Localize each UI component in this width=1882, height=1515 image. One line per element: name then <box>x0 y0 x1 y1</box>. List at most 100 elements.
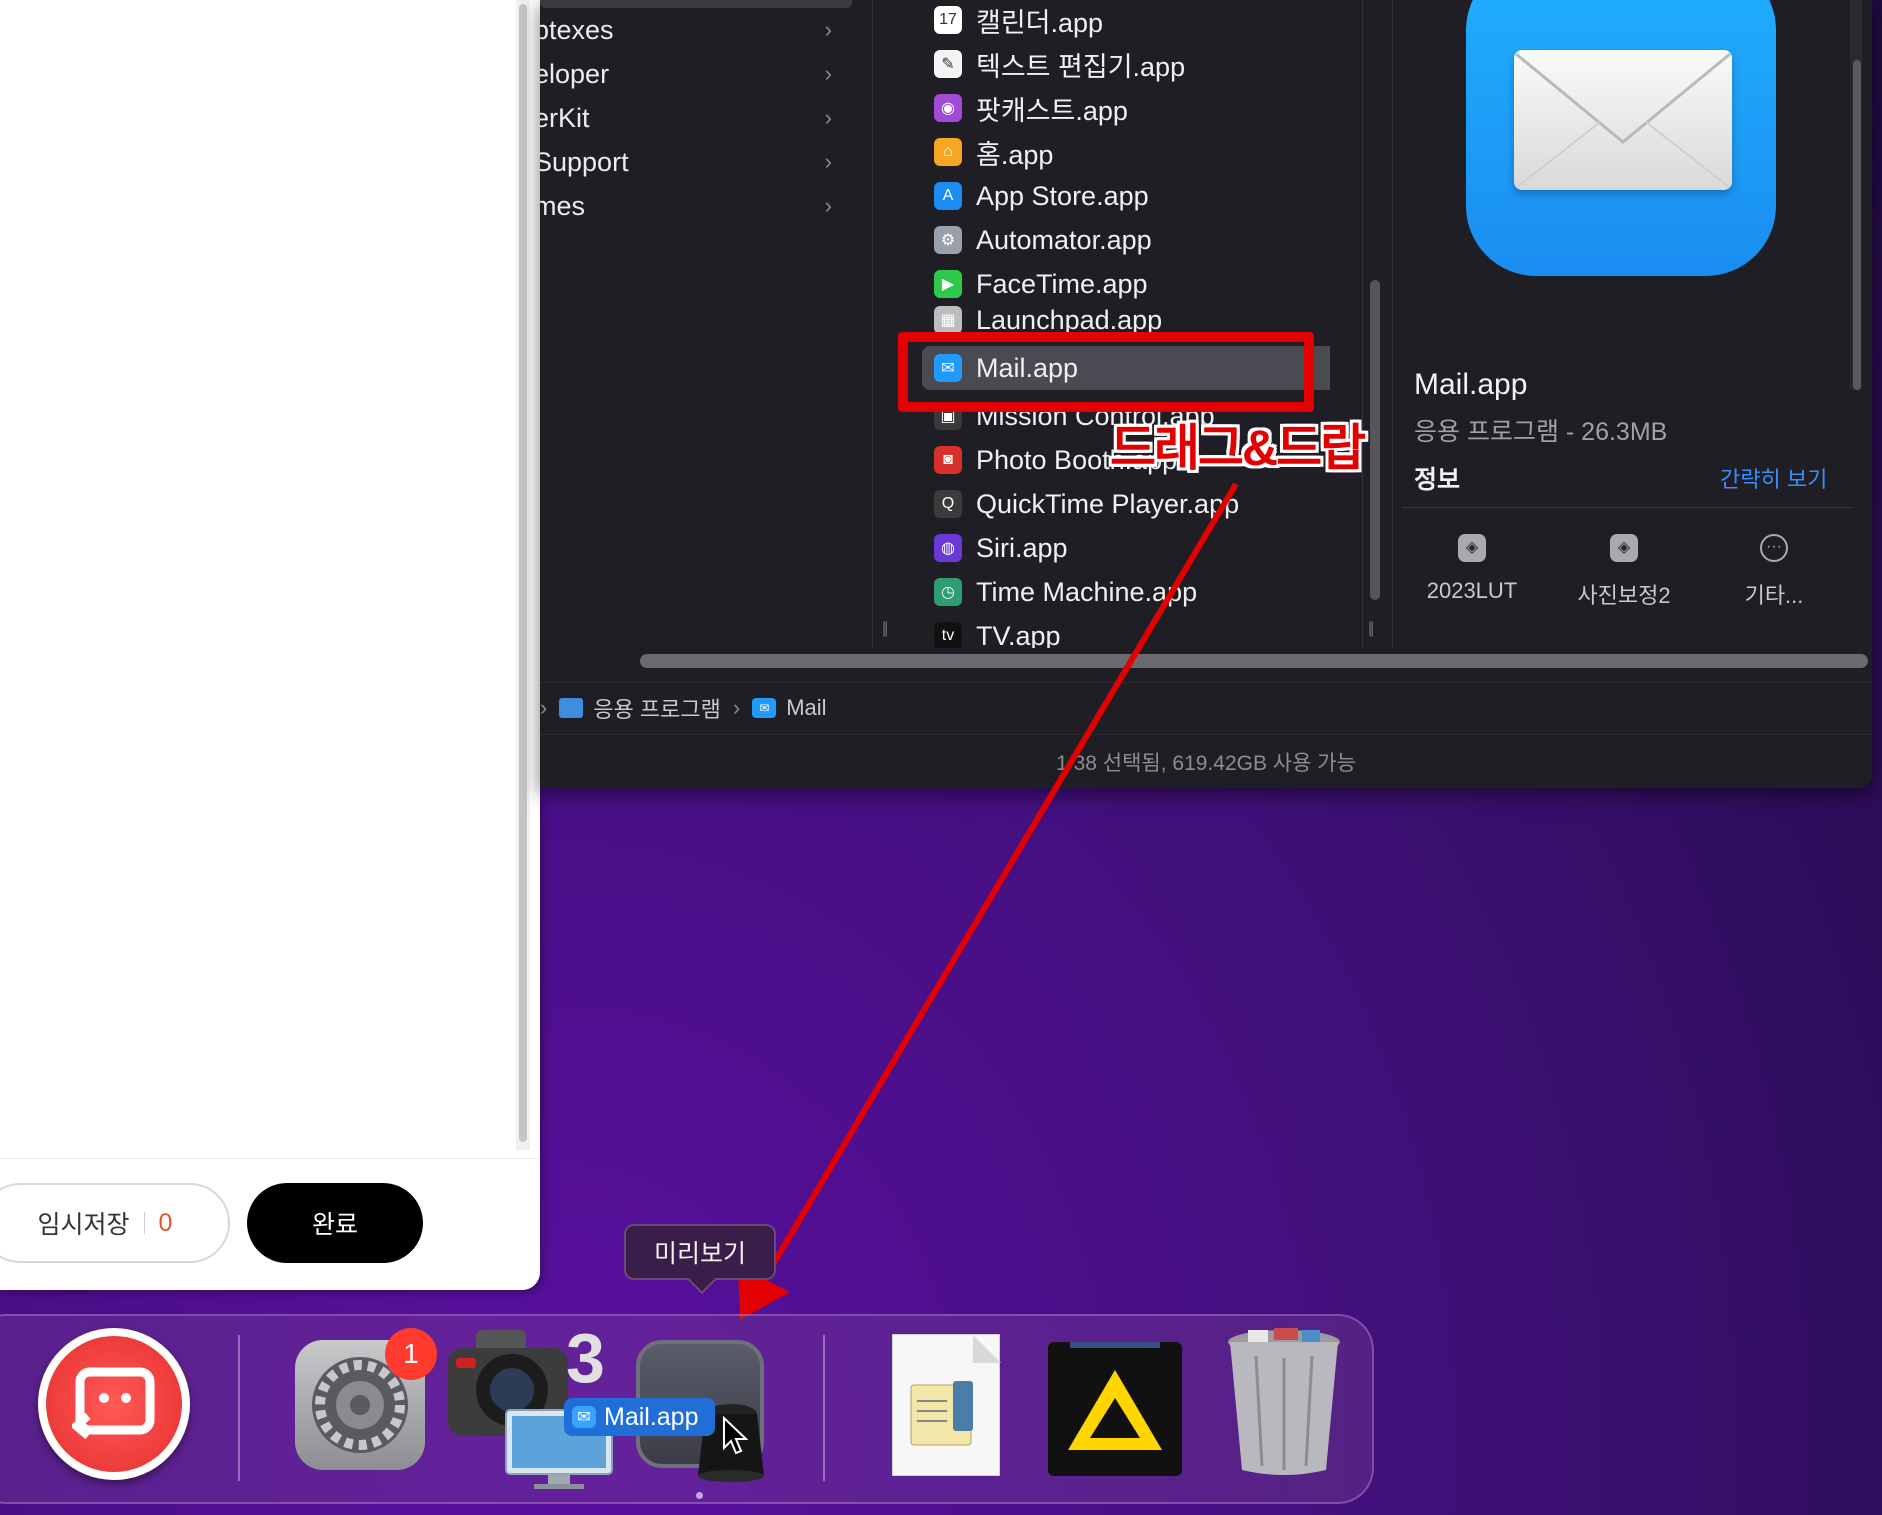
trash-dock-icon[interactable] <box>1226 1326 1342 1478</box>
file-label: 홈.app <box>976 139 1054 170</box>
column-divider[interactable] <box>872 0 873 648</box>
file-row[interactable]: ⚙ Automator.app <box>902 218 1322 262</box>
drag-drop-annotation: 드래그&드랍 <box>1110 420 1366 476</box>
column-resize-handle[interactable]: || <box>882 620 888 638</box>
launchpad-icon: ▦ <box>934 306 962 334</box>
mail-app-large-icon <box>1466 0 1776 276</box>
dragged-item[interactable]: ✉ Mail.app <box>564 1398 715 1436</box>
editor-scroll-thumb[interactable] <box>519 4 527 1142</box>
facetime-icon: ▶ <box>934 270 962 298</box>
temp-save-label: 임시저장 <box>37 1211 130 1239</box>
chevron-right-icon: › <box>824 105 832 130</box>
chevron-right-icon: › <box>824 61 832 86</box>
highlight-box <box>898 332 1314 412</box>
preview-scroll-thumb[interactable] <box>1853 60 1861 390</box>
column-resize-handle[interactable]: || <box>1368 620 1374 638</box>
textedit-dock-icon[interactable] <box>892 1334 1001 1476</box>
shortcut-icon: ◈ <box>1610 534 1638 562</box>
file-label: 캘린더.app <box>976 7 1104 38</box>
quick-action-2023lut[interactable]: ◈ 2023LUT <box>1402 534 1542 604</box>
screenflow-glyph-icon <box>72 1367 155 1440</box>
temp-save-divider <box>143 1212 145 1234</box>
quick-action-label: 2023LUT <box>1426 578 1518 603</box>
shortcut-icon: ◈ <box>1458 534 1486 562</box>
path-bar: › 응용 프로그램 › ✉ Mail <box>540 682 1872 732</box>
quick-action-more[interactable]: ··· 기타... <box>1704 534 1844 610</box>
folder-icon <box>559 697 584 718</box>
tv-icon: tv <box>934 622 962 648</box>
screenflow-dock-icon[interactable] <box>38 1328 190 1480</box>
path-item[interactable]: Mail <box>786 695 826 721</box>
file-row[interactable]: ◷ Time Machine.app <box>902 570 1322 614</box>
file-row[interactable]: A App Store.app <box>902 174 1322 218</box>
mail-icon: ✉ <box>752 697 777 718</box>
notification-badge: 1 <box>385 1328 437 1380</box>
folder-label: Support <box>540 146 629 177</box>
appstore-icon: A <box>934 182 962 210</box>
folder-label: eloper <box>540 58 610 89</box>
dock-tooltip: 미리보기 <box>624 1224 776 1280</box>
file-list-scrollbar[interactable] <box>1370 280 1380 600</box>
preview-pane: Mail.app 응용 프로그램 - 26.3MB 정보 간략히 보기 ◈ 20… <box>1392 0 1872 648</box>
preview-file-kind: 응용 프로그램 - 26.3MB <box>1414 418 1668 446</box>
darktable-dock-icon[interactable] <box>1048 1336 1182 1476</box>
dock-separator <box>238 1335 240 1481</box>
file-row[interactable]: ◍ Siri.app <box>902 526 1322 570</box>
chevron-right-icon: › <box>824 17 832 42</box>
timemachine-icon: ◷ <box>934 578 962 606</box>
folder-row[interactable]: Support › <box>540 140 860 184</box>
done-button[interactable]: 완료 <box>247 1183 423 1263</box>
path-folder[interactable]: 응용 프로그램 <box>593 692 721 724</box>
file-row[interactable]: Q QuickTime Player.app <box>902 482 1322 526</box>
editor-scrollbar[interactable] <box>516 0 530 1150</box>
camera-count-label: 3 <box>566 1319 605 1397</box>
more-icon: ··· <box>1760 534 1788 562</box>
quick-action-photo-correction[interactable]: ◈ 사진보정2 <box>1554 534 1694 610</box>
mouse-cursor-icon <box>722 1415 749 1461</box>
file-row[interactable]: 17 캘린더.app <box>902 0 1322 42</box>
folder-row[interactable]: mes › <box>540 184 860 228</box>
document-icon <box>910 1335 1001 1446</box>
preview-info-heading: 정보 <box>1414 466 1461 494</box>
file-label: 텍스트 편집기.app <box>976 51 1186 82</box>
file-label: Time Machine.app <box>976 576 1198 607</box>
temp-save-count: 0 <box>158 1208 173 1237</box>
file-label: App Store.app <box>976 180 1149 211</box>
dragged-item-label: Mail.app <box>604 1402 699 1431</box>
dock-separator <box>823 1335 825 1481</box>
file-row[interactable]: ◉ 팟캐스트.app <box>902 86 1322 130</box>
mail-icon: ✉ <box>572 1406 596 1428</box>
temp-save-button[interactable]: 임시저장 0 <box>0 1183 230 1263</box>
file-label: Siri.app <box>976 532 1068 563</box>
folder-row[interactable]: ptexes › <box>540 8 860 52</box>
finder-column-parent: ptexes › eloper › erKit › Support › mes … <box>540 0 872 648</box>
textedit-icon: ✎ <box>934 50 962 78</box>
folder-row[interactable]: erKit › <box>540 96 860 140</box>
file-row[interactable]: ✎ 텍스트 편집기.app <box>902 42 1322 86</box>
file-row[interactable]: ⌂ 홈.app <box>902 130 1322 174</box>
file-row[interactable]: tv TV.app <box>902 614 1322 648</box>
path-separator: › <box>732 694 741 720</box>
column-divider[interactable] <box>1362 0 1363 648</box>
file-label: Launchpad.app <box>976 304 1163 335</box>
quicktime-icon: Q <box>934 490 962 518</box>
chevron-right-icon: › <box>824 149 832 174</box>
editor-window <box>0 0 540 1290</box>
column-selection <box>540 0 852 8</box>
show-less-link[interactable]: 간략히 보기 <box>1720 462 1827 494</box>
file-label: QuickTime Player.app <box>976 488 1240 519</box>
file-label: TV.app <box>976 620 1061 649</box>
running-indicator <box>696 1492 703 1499</box>
photobooth-icon: ◙ <box>934 446 962 474</box>
finder-file-list: 17 캘린더.app ✎ 텍스트 편집기.app ◉ 팟캐스트.app ⌂ 홈.app A App… <box>902 0 1330 648</box>
horizontal-scrollbar[interactable] <box>640 654 1868 668</box>
automator-icon: ⚙ <box>934 226 962 254</box>
quick-action-label: 사진보정2 <box>1577 583 1671 608</box>
podcast-icon: ◉ <box>934 94 962 122</box>
home-icon: ⌂ <box>934 138 962 166</box>
folder-label: ptexes <box>540 14 614 45</box>
calendar-icon: 17 <box>934 6 962 34</box>
triangle-logo-icon <box>1068 1336 1162 1450</box>
preview-divider <box>1402 507 1852 508</box>
folder-row[interactable]: eloper › <box>540 52 860 96</box>
